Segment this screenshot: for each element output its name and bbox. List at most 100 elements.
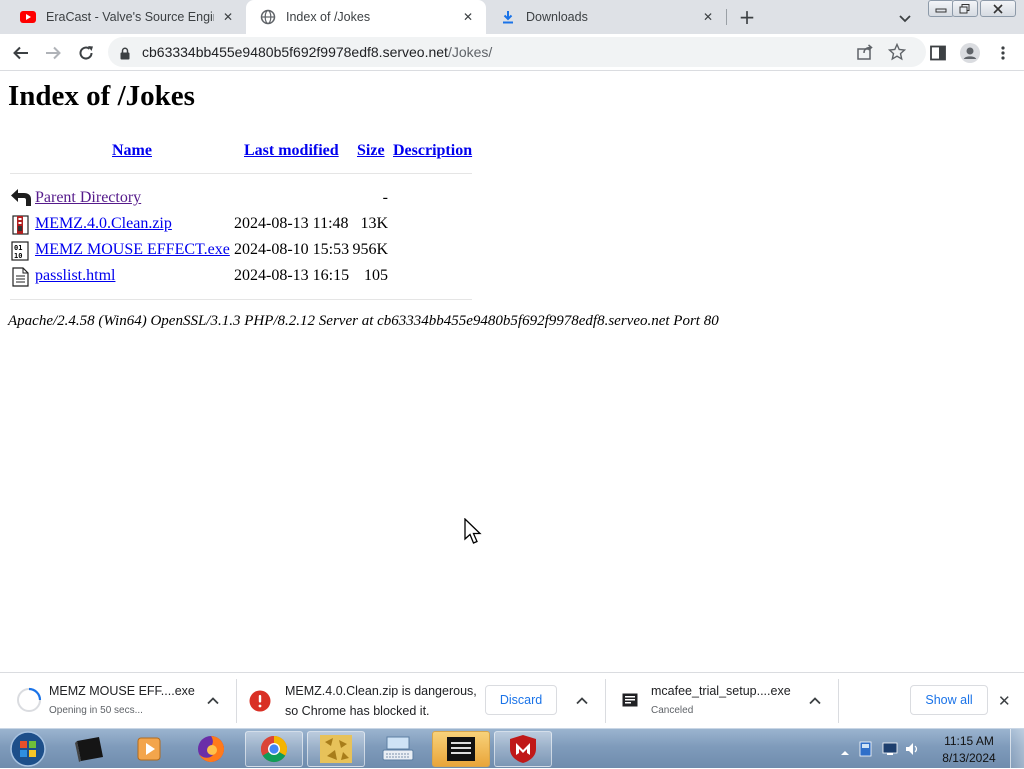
reload-icon[interactable] bbox=[76, 43, 96, 63]
lock-icon[interactable] bbox=[120, 45, 130, 64]
file-manager-icon[interactable] bbox=[307, 731, 365, 767]
bookmark-star-icon[interactable] bbox=[887, 42, 907, 65]
media-player-icon[interactable] bbox=[120, 731, 178, 767]
file-date: 2024-08-13 11:48 bbox=[234, 215, 349, 232]
chrome-icon[interactable] bbox=[245, 731, 303, 767]
download-item-memz-zip[interactable]: MEMZ.4.0.Clean.zip is dangerous, so Chro… bbox=[237, 673, 605, 729]
file-size: 956K bbox=[352, 241, 388, 258]
download-status: Opening in 50 secs... bbox=[49, 705, 143, 716]
tab-search-chevron-icon[interactable] bbox=[896, 9, 914, 27]
keyboard-app-icon[interactable] bbox=[369, 731, 427, 767]
tray-app-icon[interactable] bbox=[858, 741, 874, 757]
close-window-button[interactable] bbox=[980, 0, 1016, 17]
page-title: Index of /Jokes bbox=[8, 80, 195, 112]
column-header-size[interactable]: Size bbox=[357, 142, 385, 160]
share-icon[interactable] bbox=[856, 43, 874, 65]
download-filename: MEMZ MOUSE EFF....exe bbox=[49, 684, 195, 698]
download-filename: mcafee_trial_setup....exe bbox=[651, 684, 791, 698]
tab-title: Index of /Jokes bbox=[286, 10, 371, 24]
column-header-name[interactable]: Name bbox=[112, 142, 152, 160]
file-size: - bbox=[382, 189, 388, 206]
chevron-up-icon[interactable] bbox=[808, 694, 822, 708]
close-icon[interactable]: ✕ bbox=[460, 9, 476, 25]
globe-icon bbox=[260, 9, 276, 25]
terminal-app-icon[interactable] bbox=[60, 731, 118, 767]
compressed-file-icon[interactable] bbox=[10, 215, 32, 235]
maximize-button[interactable] bbox=[952, 0, 978, 17]
youtube-icon bbox=[20, 9, 36, 25]
binary-file-icon[interactable]: 01 10 bbox=[10, 241, 32, 261]
file-size: 13K bbox=[360, 215, 388, 232]
back-arrow-icon[interactable] bbox=[10, 189, 32, 209]
memz-exe-link[interactable]: MEMZ MOUSE EFFECT.exe bbox=[35, 241, 230, 259]
passlist-link[interactable]: passlist.html bbox=[35, 267, 115, 285]
download-warning-line1: MEMZ.4.0.Clean.zip is dangerous, bbox=[285, 684, 477, 698]
back-arrow-icon[interactable] bbox=[11, 43, 31, 63]
column-header-description[interactable]: Description bbox=[393, 142, 472, 160]
server-signature: Apache/2.4.58 (Win64) OpenSSL/3.1.3 PHP/… bbox=[8, 313, 719, 329]
windows-taskbar: 11:15 AM 8/13/2024 bbox=[0, 728, 1024, 769]
download-icon bbox=[500, 9, 516, 25]
download-warning-line2: so Chrome has blocked it. bbox=[285, 704, 430, 718]
page-content: Index of /Jokes Name Last modified Size … bbox=[0, 72, 1024, 672]
download-item-mcafee[interactable]: mcafee_trial_setup....exe Canceled bbox=[606, 673, 838, 729]
profile-avatar-icon[interactable] bbox=[960, 43, 980, 63]
system-tray: 11:15 AM 8/13/2024 bbox=[834, 729, 1024, 769]
svg-text:01: 01 bbox=[14, 244, 22, 252]
address-bar[interactable]: cb63334bb455e9480b5f692f9978edf8.serveo.… bbox=[108, 37, 926, 67]
parent-directory-link[interactable]: Parent Directory bbox=[35, 189, 141, 207]
tab-separator bbox=[726, 9, 727, 25]
close-icon[interactable]: ✕ bbox=[220, 9, 236, 25]
clock-time[interactable]: 11:15 AM bbox=[936, 734, 1002, 748]
file-date: 2024-08-13 16:15 bbox=[234, 267, 350, 284]
tab-downloads[interactable]: Downloads ✕ bbox=[486, 0, 726, 34]
header-divider bbox=[10, 173, 472, 174]
table-row: Parent Directory - bbox=[10, 189, 480, 209]
table-row: passlist.html 2024-08-13 16:15 105 bbox=[10, 267, 480, 287]
show-desktop-button[interactable] bbox=[1010, 729, 1024, 769]
more-menu-icon[interactable] bbox=[993, 43, 1013, 63]
volume-icon[interactable] bbox=[904, 741, 920, 757]
discard-button[interactable]: Discard bbox=[485, 685, 557, 715]
mouse-cursor-icon bbox=[464, 517, 484, 546]
close-shelf-icon[interactable]: ✕ bbox=[998, 692, 1011, 710]
url-text[interactable]: cb63334bb455e9480b5f692f9978edf8.serveo.… bbox=[142, 44, 492, 60]
clock-date[interactable]: 8/13/2024 bbox=[936, 751, 1002, 765]
tab-title: EraCast - Valve's Source Engine - bbox=[46, 10, 214, 24]
memz-zip-link[interactable]: MEMZ.4.0.Clean.zip bbox=[35, 215, 172, 233]
download-separator bbox=[838, 679, 839, 723]
download-status: Canceled bbox=[651, 705, 694, 716]
chevron-up-icon[interactable] bbox=[206, 694, 220, 708]
forward-arrow-icon[interactable] bbox=[43, 43, 63, 63]
firefox-icon[interactable] bbox=[182, 731, 240, 767]
table-row: 01 10 MEMZ MOUSE EFFECT.exe 2024-08-10 15… bbox=[10, 241, 480, 261]
footer-divider bbox=[10, 299, 472, 300]
mcafee-icon[interactable] bbox=[494, 731, 552, 767]
chevron-up-icon[interactable] bbox=[575, 694, 589, 708]
installer-file-icon bbox=[622, 693, 638, 712]
tab-eracast[interactable]: EraCast - Valve's Source Engine - ✕ bbox=[6, 0, 246, 34]
table-row: MEMZ.4.0.Clean.zip 2024-08-13 11:48 13K bbox=[10, 215, 480, 235]
tray-expand-icon[interactable] bbox=[840, 743, 856, 759]
tab-strip: EraCast - Valve's Source Engine - ✕ Inde… bbox=[0, 0, 1024, 34]
tab-title: Downloads bbox=[526, 10, 588, 24]
url-domain: cb63334bb455e9480b5f692f9978edf8.serveo.… bbox=[142, 44, 448, 60]
text-file-icon[interactable] bbox=[10, 267, 32, 287]
close-icon[interactable]: ✕ bbox=[700, 9, 716, 25]
file-size: 105 bbox=[364, 267, 388, 284]
tab-index-of-jokes[interactable]: Index of /Jokes ✕ bbox=[246, 0, 486, 34]
column-header-last-modified[interactable]: Last modified bbox=[244, 142, 339, 160]
minimize-button[interactable] bbox=[928, 0, 954, 17]
download-item-memz-mouse[interactable]: MEMZ MOUSE EFF....exe Opening in 50 secs… bbox=[0, 673, 236, 729]
side-panel-icon[interactable] bbox=[928, 43, 948, 63]
start-orb-icon[interactable] bbox=[4, 731, 52, 767]
svg-text:10: 10 bbox=[14, 252, 22, 260]
file-date: 2024-08-10 15:53 bbox=[234, 241, 350, 258]
url-path: /Jokes/ bbox=[447, 44, 493, 60]
progress-spinner-icon bbox=[16, 687, 42, 718]
download-shelf: MEMZ MOUSE EFF....exe Opening in 50 secs… bbox=[0, 672, 1024, 728]
new-tab-button[interactable]: + bbox=[736, 7, 758, 27]
show-all-button[interactable]: Show all bbox=[910, 685, 988, 715]
network-icon[interactable] bbox=[882, 741, 898, 757]
console-app-icon[interactable] bbox=[432, 731, 490, 767]
